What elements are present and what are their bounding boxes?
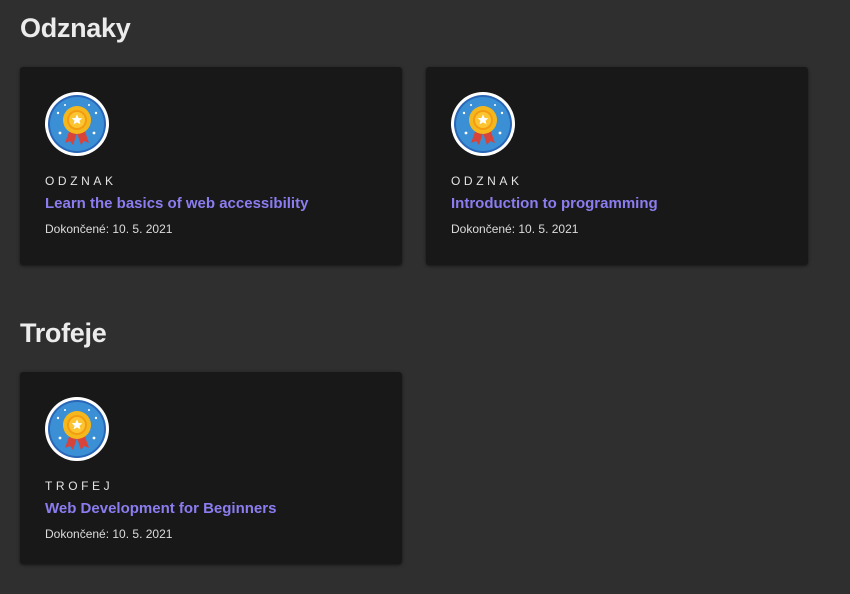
- card-type-label: ODZNAK: [45, 174, 117, 188]
- trophy-card[interactable]: TROFEJ Web Development for Beginners Dok…: [20, 372, 402, 564]
- badge-card[interactable]: ODZNAK Introduction to programming Dokon…: [426, 67, 808, 265]
- trophies-section-title: Trofeje: [20, 318, 107, 348]
- card-title-link[interactable]: Introduction to programming: [451, 195, 658, 212]
- completion-date: Dokončené: 10. 5. 2021: [451, 222, 579, 236]
- award-medal-icon: [451, 92, 515, 156]
- card-type-label: ODZNAK: [451, 174, 523, 188]
- card-title-link[interactable]: Web Development for Beginners: [45, 500, 276, 517]
- card-type-label: TROFEJ: [45, 479, 114, 493]
- badges-section-title: Odznaky: [20, 13, 131, 43]
- completion-date: Dokončené: 10. 5. 2021: [45, 527, 173, 541]
- card-title-link[interactable]: Learn the basics of web accessibility: [45, 195, 308, 212]
- award-medal-icon: [45, 397, 109, 461]
- badge-card[interactable]: ODZNAK Learn the basics of web accessibi…: [20, 67, 402, 265]
- award-medal-icon: [45, 92, 109, 156]
- completion-date: Dokončené: 10. 5. 2021: [45, 222, 173, 236]
